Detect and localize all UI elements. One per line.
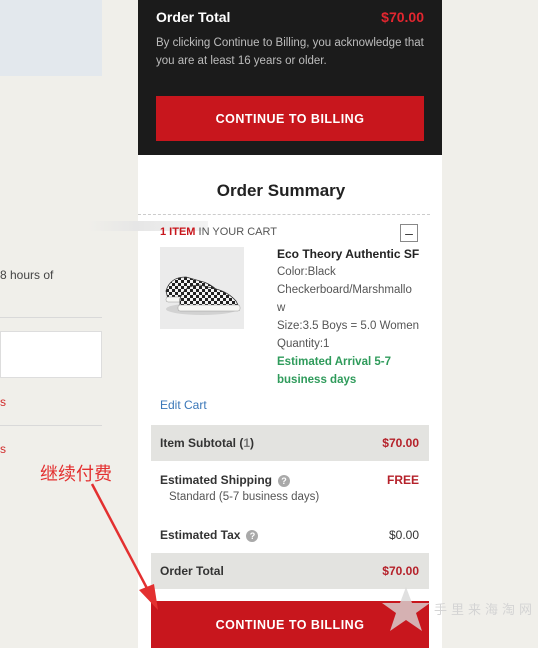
estimated-shipping-text: Estimated Shipping (160, 473, 273, 487)
item-count-value: 1 ITEM (160, 226, 196, 238)
left-column: 8 hours of s s (0, 0, 138, 648)
order-total-panel: Order Total $70.00 By clicking Continue … (138, 0, 442, 155)
product-size: Size:3.5 Boys = 5.0 Women (277, 320, 420, 332)
product-color: Color:Black (277, 266, 336, 278)
product-color: w (277, 302, 286, 314)
estimated-shipping-row: Estimated Shipping? FREE Standard (5-7 b… (151, 461, 429, 519)
order-total-row-label: Order Total (160, 564, 224, 578)
star-logo-icon (382, 587, 430, 631)
left-red-mark: s (0, 395, 6, 409)
right-gutter (442, 0, 538, 648)
estimated-shipping-label: Estimated Shipping? (160, 473, 291, 487)
order-total-row-value: $70.00 (382, 564, 419, 578)
estimated-tax-text: Estimated Tax (160, 528, 241, 542)
item-subtotal-label: Item Subtotal (1) (160, 436, 254, 450)
item-subtotal-value: $70.00 (382, 436, 419, 450)
info-icon[interactable]: ? (246, 529, 259, 542)
divider (0, 425, 102, 426)
in-your-cart-label: IN YOUR CART (198, 226, 277, 238)
item-subtotal-text: Item Subtotal ( (160, 436, 244, 450)
order-total-price: $70.00 (381, 9, 424, 25)
shipping-method: Standard (5-7 business days) (169, 491, 320, 503)
divider (138, 214, 430, 215)
product-details: Eco Theory Authentic SF Color:Black Chec… (277, 245, 427, 389)
order-total-label: Order Total (156, 9, 231, 25)
collapse-toggle-button[interactable]: – (400, 224, 418, 242)
watermark-text: 手里来海淘网 (434, 603, 537, 618)
item-subtotal-row: Item Subtotal (1) $70.00 (151, 425, 429, 461)
order-total-row: Order Total $70.00 (151, 553, 429, 589)
left-red-mark: s (0, 442, 6, 456)
estimated-tax-value: $0.00 (388, 528, 419, 542)
continue-to-billing-button-top[interactable]: CONTINUE TO BILLING (156, 96, 424, 141)
product-quantity: Quantity:1 (277, 338, 330, 350)
estimated-tax-row: Estimated Tax? $0.00 (151, 519, 429, 553)
annotation-label: 继续付费 (40, 464, 112, 485)
edit-cart-link[interactable]: Edit Cart (160, 398, 207, 412)
estimated-shipping-value: FREE (386, 473, 419, 487)
order-summary-title: Order Summary (216, 181, 346, 200)
product-color: Checkerboard/Marshmallo (277, 284, 412, 296)
estimated-arrival: Estimated Arrival 5-7 (277, 356, 391, 368)
left-input-box[interactable] (0, 331, 102, 378)
age-acknowledgement-note: By clicking Continue to Billing, you ack… (156, 37, 424, 67)
checkerboard-shoe-icon (160, 247, 244, 329)
info-icon[interactable]: ? (278, 474, 291, 487)
order-summary-panel: Order Summary 1 ITEM IN YOUR CART – Eco … (88, 155, 442, 648)
estimated-arrival: business days (277, 374, 357, 386)
product-name[interactable]: Eco Theory Authentic SF (277, 245, 427, 263)
cart-item-count: 1 ITEM IN YOUR CART (160, 226, 277, 238)
item-subtotal-close: ) (250, 436, 255, 450)
watermark: 手里来海淘网 (372, 585, 538, 633)
left-hours-text: 8 hours of (0, 268, 54, 282)
divider (0, 317, 102, 318)
estimated-tax-label: Estimated Tax? (160, 528, 259, 542)
product-image[interactable] (160, 247, 244, 329)
left-info-panel (0, 0, 102, 76)
